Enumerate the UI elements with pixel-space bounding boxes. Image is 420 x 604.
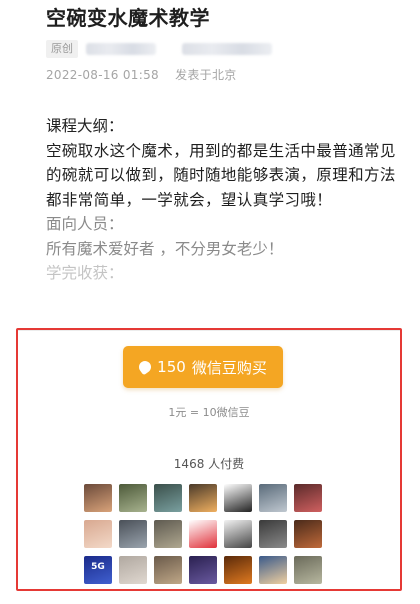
original-tag: 原创 [46, 40, 78, 58]
payer-avatar [224, 520, 252, 548]
payer-avatar [294, 484, 322, 512]
audience-heading: 面向人员： [46, 215, 124, 233]
author-name-redacted[interactable] [86, 43, 156, 55]
payers-label: 人付费 [208, 457, 245, 471]
payer-avatar [189, 520, 217, 548]
payers-count: 1468 [173, 457, 205, 471]
buy-label: 微信豆购买 [191, 358, 267, 377]
gain-heading: 学完收获： [46, 264, 124, 282]
payer-avatar [119, 556, 147, 584]
payer-avatar [119, 484, 147, 512]
payers-summary[interactable]: 1468 人付费 [18, 455, 400, 472]
payer-avatar [154, 484, 182, 512]
payer-avatar [259, 520, 287, 548]
payer-avatar [189, 484, 217, 512]
payer-avatar [224, 484, 252, 512]
payer-avatar [84, 484, 112, 512]
publish-location: 发表于北京 [175, 68, 237, 82]
buy-button[interactable]: 150 微信豆购买 [123, 346, 283, 388]
article-content: 课程大纲： 空碗取水这个魔术，用到的都是生活中最普通常见的碗就可以做到，随时随地… [46, 114, 396, 286]
outline-text: 空碗取水这个魔术，用到的都是生活中最普通常见的碗就可以做到，随时随地能够表演，原… [46, 141, 396, 209]
publish-date: 2022-08-16 01:58 [46, 68, 159, 82]
paywall-section: 150 微信豆购买 1元 = 10微信豆 1468 人付费 5G [16, 328, 402, 591]
payer-avatar [189, 556, 217, 584]
outline-heading: 课程大纲： [46, 117, 124, 135]
exchange-rate: 1元 = 10微信豆 [168, 406, 250, 419]
payer-avatar [119, 520, 147, 548]
payer-avatar [259, 484, 287, 512]
buy-price: 150 [157, 358, 186, 376]
payer-avatar: 5G [84, 556, 112, 584]
payer-avatar [259, 556, 287, 584]
article-meta: 原创 [46, 38, 272, 60]
payer-avatar [294, 520, 322, 548]
article-title: 空碗变水魔术教学 [46, 6, 210, 30]
payer-avatars: 5G [84, 484, 324, 584]
payer-avatar [154, 520, 182, 548]
payer-avatar [294, 556, 322, 584]
avatar-label: 5G [91, 562, 105, 572]
wechat-bean-icon [136, 358, 154, 376]
payer-avatar [224, 556, 252, 584]
payer-avatar [84, 520, 112, 548]
publish-info: 2022-08-16 01:58 发表于北京 [46, 66, 237, 83]
account-name-redacted[interactable] [182, 43, 272, 55]
payer-avatar [154, 556, 182, 584]
audience-text: 所有魔术爱好者 ，不分男女老少！ [46, 239, 284, 258]
